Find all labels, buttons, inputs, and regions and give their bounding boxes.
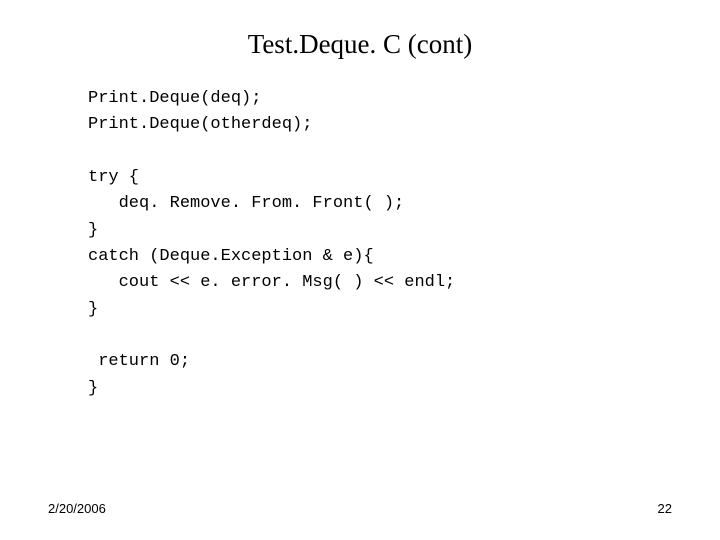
footer-date: 2/20/2006	[48, 501, 106, 516]
slide: Test.Deque. C (cont) Print.Deque(deq); P…	[0, 0, 720, 540]
code-block: Print.Deque(deq); Print.Deque(otherdeq);…	[88, 86, 455, 402]
footer-page-number: 22	[658, 501, 672, 516]
slide-title: Test.Deque. C (cont)	[0, 29, 720, 60]
